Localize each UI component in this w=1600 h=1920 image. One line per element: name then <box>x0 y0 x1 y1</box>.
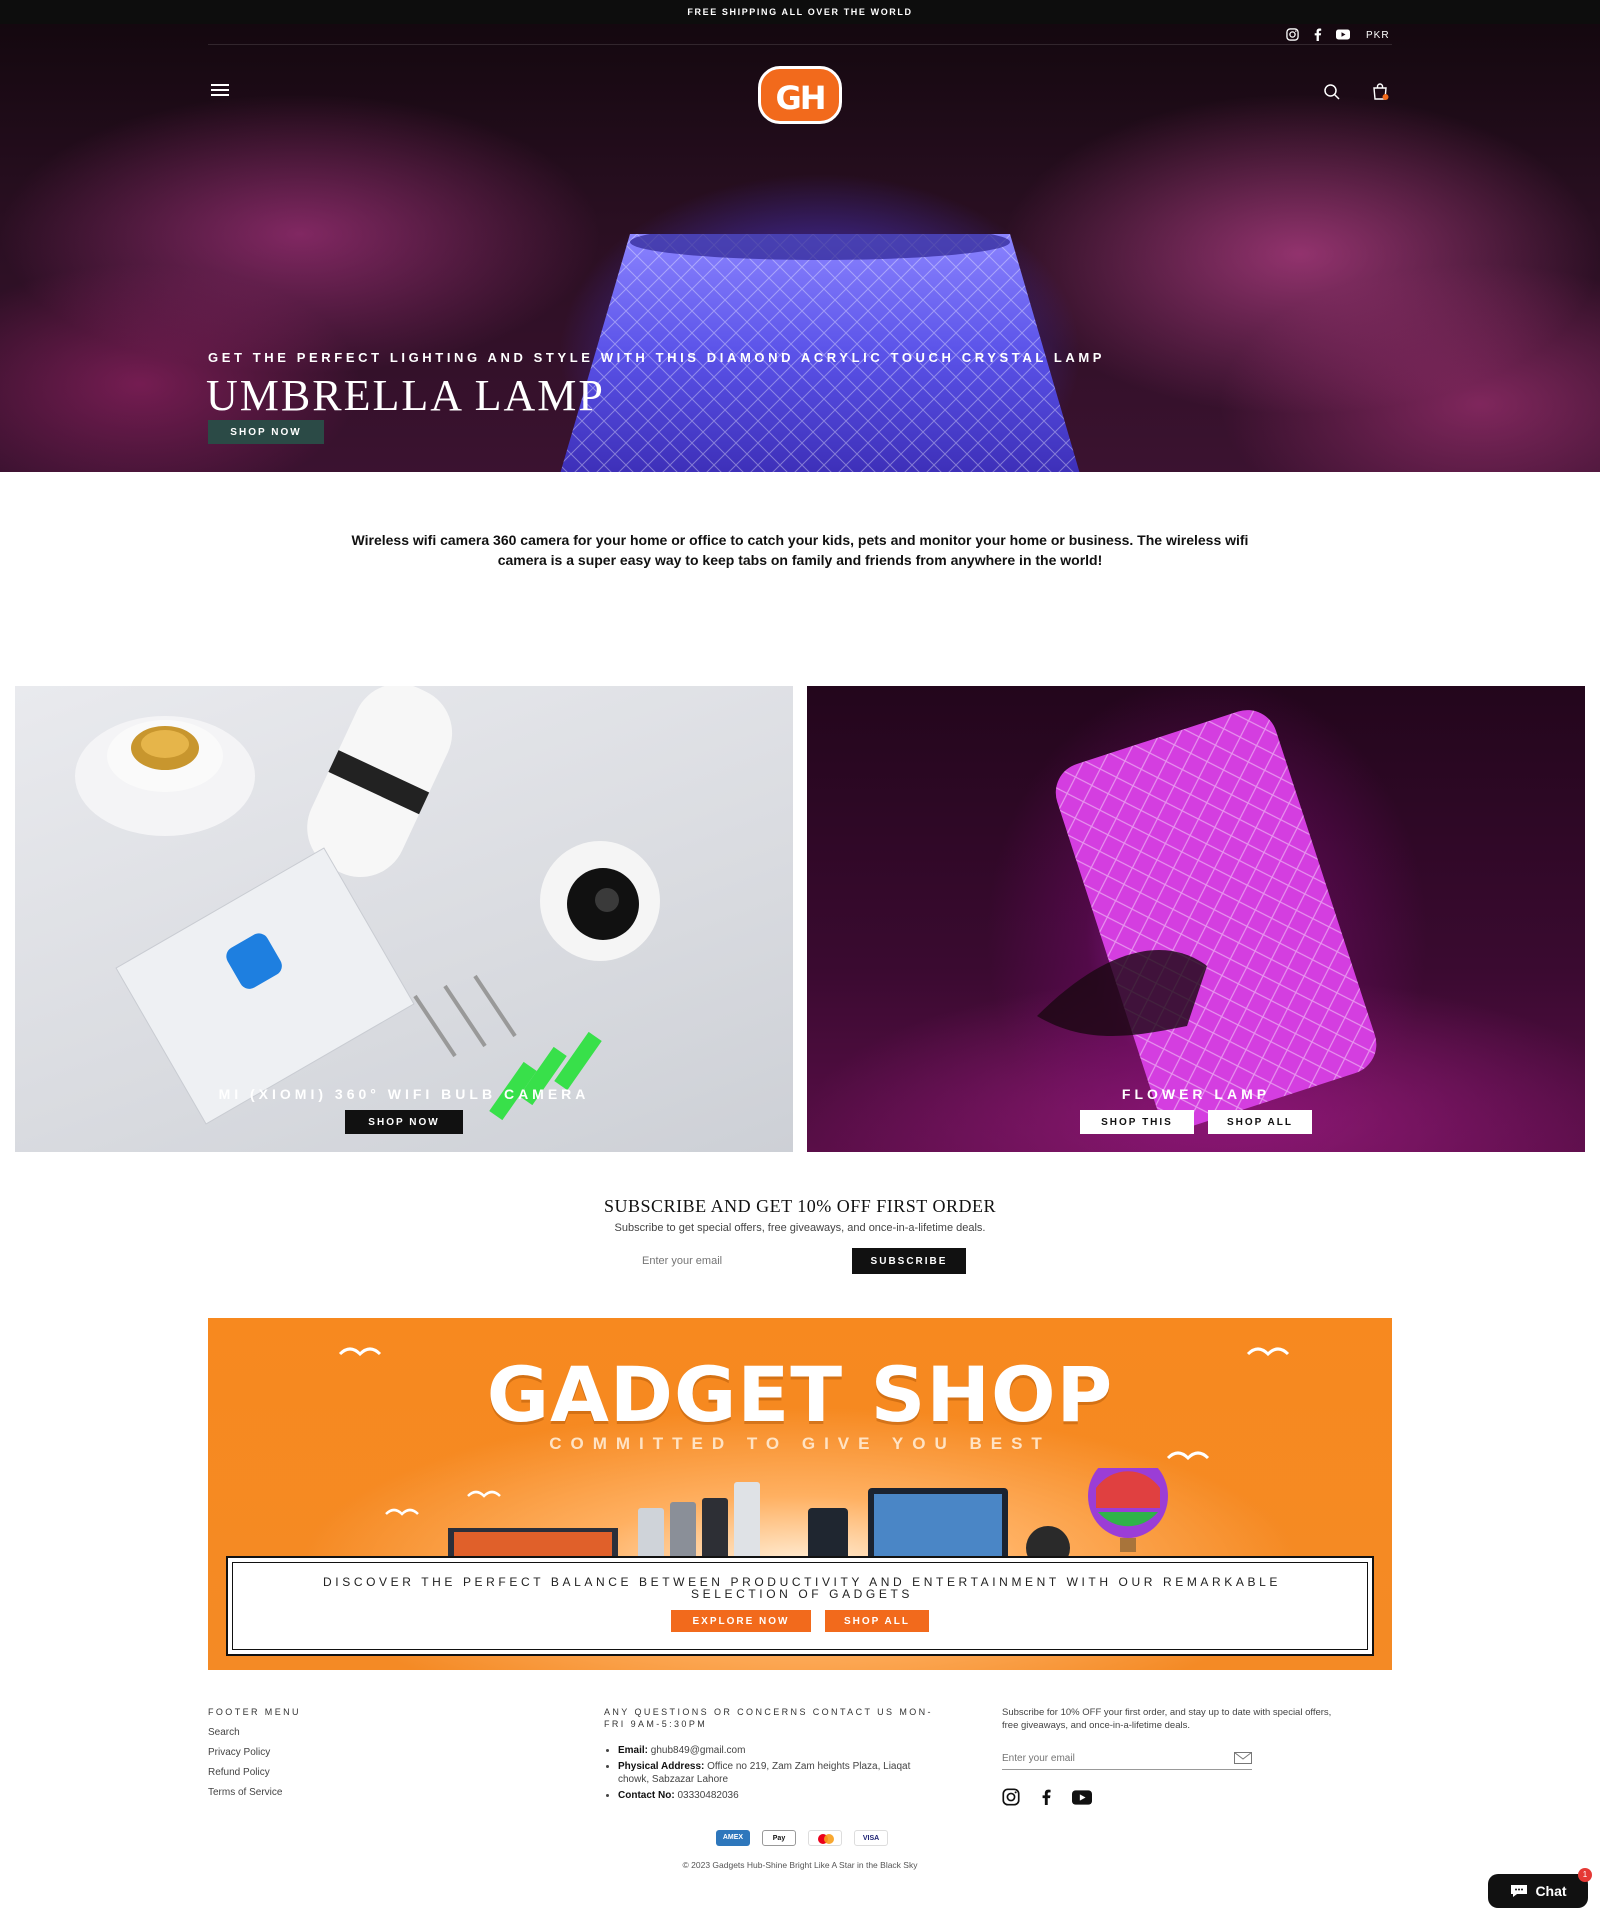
promo-flower-lamp[interactable]: FLOWER LAMP SHOP THIS SHOP ALL <box>807 686 1585 1152</box>
header-social-links <box>1286 28 1350 44</box>
wifi-camera-product-image <box>75 686 660 1125</box>
footer-contact: ANY QUESTIONS OR CONCERNS CONTACT US MON… <box>604 1706 934 1805</box>
contact-address: Physical Address: Office no 219, Zam Zam… <box>618 1760 934 1786</box>
youtube-icon[interactable] <box>1336 29 1350 43</box>
footer-email-input[interactable] <box>1002 1753 1222 1764</box>
instagram-icon[interactable] <box>1002 1788 1020 1806</box>
footer-menu-heading: FOOTER MENU <box>208 1707 301 1717</box>
flower-lamp-shop-this-button[interactable]: SHOP THIS <box>1080 1110 1194 1134</box>
gadget-shop-title: GADGET SHOP <box>486 1350 1114 1439</box>
announcement-bar: FREE SHIPPING ALL OVER THE WORLD <box>0 0 1600 24</box>
flower-lamp-product-image <box>1037 710 1377 1127</box>
search-icon[interactable] <box>1322 82 1342 102</box>
facebook-icon[interactable] <box>1313 28 1322 44</box>
banner-cta-box: DISCOVER THE PERFECT BALANCE BETWEEN PRO… <box>226 1556 1374 1656</box>
footer-link-terms-of-service[interactable]: Terms of Service <box>208 1787 301 1798</box>
footer-link-privacy-policy[interactable]: Privacy Policy <box>208 1747 301 1758</box>
banner-cta-text: DISCOVER THE PERFECT BALANCE BETWEEN PRO… <box>323 1575 1281 1601</box>
site-logo[interactable]: GH <box>758 66 842 124</box>
footer-newsletter: Subscribe for 10% OFF your first order, … <box>1002 1706 1342 1806</box>
hero-title: UMBRELLA LAMP <box>206 371 605 420</box>
footer-link-search[interactable]: Search <box>208 1727 301 1738</box>
hero-shop-now-button[interactable]: SHOP NOW <box>208 420 324 444</box>
footer-contact-heading: ANY QUESTIONS OR CONCERNS CONTACT US MON… <box>604 1707 933 1729</box>
header-divider <box>208 44 1392 45</box>
chat-label: Chat <box>1535 1883 1567 1899</box>
gadget-shop-tagline: COMMITTED TO GIVE YOU BEST <box>549 1434 1051 1453</box>
banner-shop-all-button[interactable]: SHOP ALL <box>825 1610 929 1632</box>
visa-icon: VISA <box>854 1830 888 1846</box>
facebook-icon[interactable] <box>1040 1789 1052 1805</box>
mail-icon[interactable] <box>1234 1752 1252 1764</box>
chat-bubble-icon <box>1511 1885 1528 1897</box>
currency-selector[interactable]: PKR <box>1366 30 1390 41</box>
apple-pay-icon: Pay <box>762 1830 796 1846</box>
gadget-shop-banner: GADGET SHOP COMMITTED TO GIVE YOU BEST D… <box>208 1318 1392 1670</box>
promo-wifi-camera-caption: MI (XIOMI) 360° WIFI BULB CAMERA <box>218 1086 590 1102</box>
contact-phone: Contact No: 03330482036 <box>618 1789 934 1802</box>
footer-link-refund-policy[interactable]: Refund Policy <box>208 1767 301 1778</box>
explore-now-button[interactable]: EXPLORE NOW <box>671 1610 811 1632</box>
hero-subtitle: GET THE PERFECT LIGHTING AND STYLE WITH … <box>208 350 1106 365</box>
instagram-icon[interactable] <box>1286 28 1299 44</box>
cart-icon[interactable] <box>1370 82 1390 102</box>
footer-menu: FOOTER MENU Search Privacy Policy Refund… <box>208 1706 301 1798</box>
subscribe-email-input[interactable] <box>634 1248 850 1274</box>
contact-email: Email: ghub849@gmail.com <box>618 1744 934 1757</box>
intro-text: Wireless wifi camera 360 camera for your… <box>351 532 1249 568</box>
payment-methods: AMEX Pay VISA <box>716 1830 888 1846</box>
promo-flower-lamp-caption: FLOWER LAMP <box>1121 1086 1271 1102</box>
wifi-camera-shop-now-button[interactable]: SHOP NOW <box>345 1110 463 1134</box>
footer-social-links <box>1002 1788 1342 1806</box>
promo-wifi-camera[interactable]: MI (XIOMI) 360° WIFI BULB CAMERA SHOP NO… <box>15 686 793 1152</box>
flower-lamp-shop-all-button[interactable]: SHOP ALL <box>1208 1110 1312 1134</box>
subscribe-title: SUBSCRIBE AND GET 10% OFF FIRST ORDER <box>604 1196 996 1216</box>
menu-icon[interactable] <box>211 84 229 96</box>
amex-icon: AMEX <box>716 1830 750 1846</box>
subscribe-button[interactable]: SUBSCRIBE <box>852 1248 966 1274</box>
mastercard-icon <box>808 1830 842 1846</box>
youtube-icon[interactable] <box>1072 1789 1092 1805</box>
chat-button[interactable]: Chat <box>1488 1874 1588 1908</box>
copyright-text: © 2023 Gadgets Hub-Shine Bright Like A S… <box>682 1860 918 1870</box>
hero-banner: PKR GH GET THE PERFECT LIGHTING AND STYL… <box>0 24 1600 472</box>
chat-unread-badge: 1 <box>1578 1868 1592 1882</box>
subscribe-text: Subscribe to get special offers, free gi… <box>614 1222 986 1234</box>
footer-newsletter-text: Subscribe for 10% OFF your first order, … <box>1002 1707 1332 1731</box>
